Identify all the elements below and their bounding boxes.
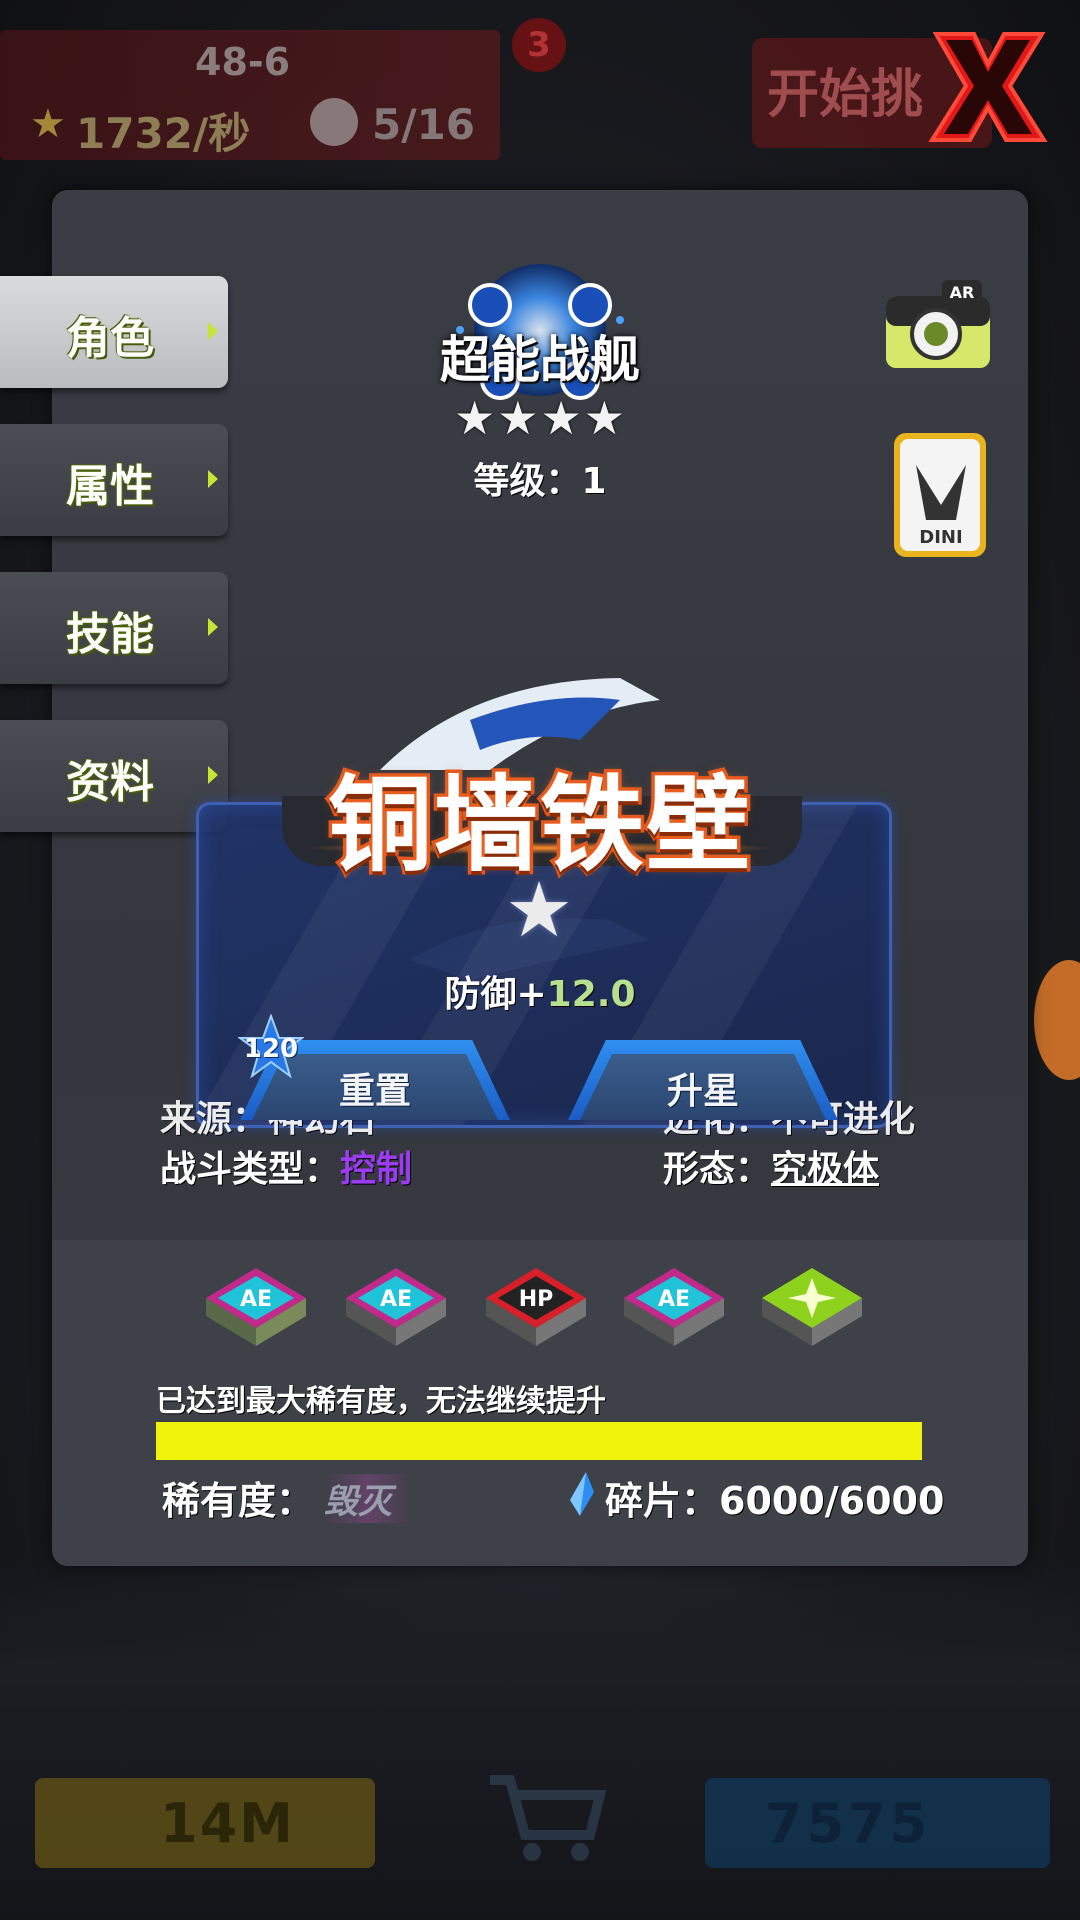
upgrade-button-face <box>580 1054 826 1120</box>
tab-skills[interactable]: 技能 <box>0 572 228 684</box>
svg-text:AE: AE <box>240 1287 272 1312</box>
mouse-icon <box>310 98 358 146</box>
rarity-progress-fill <box>156 1422 922 1460</box>
max-rarity-message: 已达到最大稀有度，无法继续提升 <box>156 1384 606 1419</box>
start-challenge-label: 开始挑 <box>767 65 924 125</box>
chevron-right-icon <box>208 322 218 340</box>
ar-camera-icon[interactable]: AR <box>882 270 994 374</box>
stage-label: 48-6 <box>195 40 291 84</box>
battle-type-label: 战斗类型： <box>160 1149 341 1190</box>
skill-effect-label: 防御+ <box>444 974 547 1015</box>
spark-icon[interactable] <box>756 1262 868 1352</box>
skill-effect: 防御+12.0 <box>340 965 740 1017</box>
star-icon: ★ <box>583 391 625 445</box>
tab-label: 技能 <box>66 609 154 660</box>
close-button[interactable] <box>918 22 1058 152</box>
skill-effect-value: 12.0 <box>546 974 636 1015</box>
shard-count: 碎片：6000/6000 <box>605 1479 945 1523</box>
gems-value: 7575 <box>765 1792 932 1855</box>
ae-icon[interactable]: AE <box>200 1262 312 1352</box>
battle-type-value: 控制 <box>340 1149 413 1190</box>
mouse-count: 5/16 <box>372 100 476 149</box>
ae-icon[interactable]: AE <box>340 1262 452 1352</box>
svg-text:AE: AE <box>380 1287 412 1312</box>
hp-icon[interactable]: HP <box>480 1262 592 1352</box>
cart-icon <box>490 1775 607 1861</box>
tab-label: 资料 <box>66 757 154 808</box>
svg-text:AR: AR <box>950 283 975 302</box>
chevron-right-icon <box>208 618 218 636</box>
form-label: 形态： <box>663 1149 772 1190</box>
tab-character[interactable]: 角色 <box>0 276 228 388</box>
tab-attributes[interactable]: 属性 <box>0 424 228 536</box>
svg-text:DINI: DINI <box>919 527 962 548</box>
chevron-right-icon <box>208 766 218 784</box>
rarity-value: 毁灭 <box>322 1474 414 1523</box>
star-icon: ★ <box>497 391 539 445</box>
star-icon: ★ <box>454 391 496 445</box>
battle-type-info: 战斗类型：控制 <box>160 1140 412 1192</box>
svg-text:AE: AE <box>658 1287 690 1312</box>
close-icon <box>928 32 1048 142</box>
shard-icon <box>570 1472 594 1516</box>
tab-label: 属性 <box>66 461 154 512</box>
skill-star-icon: ★ <box>505 865 574 954</box>
svg-text:HP: HP <box>519 1287 554 1312</box>
tab-label: 角色 <box>66 313 154 364</box>
notification-badge: 3 <box>512 18 566 72</box>
level-badge-value: 120 <box>243 1034 299 1064</box>
ae-icon[interactable]: AE <box>618 1262 730 1352</box>
star-icon: ★ <box>540 391 582 445</box>
form-value-link[interactable]: 究极体 <box>771 1149 879 1190</box>
chevron-right-icon <box>208 470 218 488</box>
star-icon: ★ <box>30 101 66 147</box>
character-level: 等级：1 <box>473 461 607 502</box>
form-info: 形态：究极体 <box>663 1140 879 1192</box>
rarity-label: 稀有度： <box>162 1479 315 1523</box>
character-name: 超能战舰 <box>440 331 640 389</box>
character-stars: ★ ★ ★ ★ <box>454 395 625 441</box>
income-rate: 1732/秒 <box>76 109 251 158</box>
card-icon[interactable]: DINI <box>886 425 996 565</box>
tab-profile[interactable]: 资料 <box>0 720 228 832</box>
coins-value: 14M <box>160 1792 295 1855</box>
